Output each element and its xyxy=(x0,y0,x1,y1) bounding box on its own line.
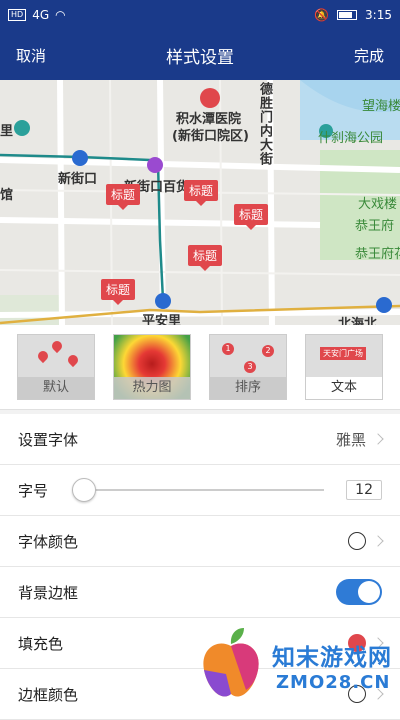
map-label-daxilou: 大戏楼 xyxy=(358,197,398,212)
map-label-xinjiekou: 新街口 xyxy=(58,172,98,187)
chevron-right-icon xyxy=(372,535,384,547)
style-option-label: 文本 xyxy=(306,377,382,399)
border-row: 背景边框 xyxy=(0,567,400,618)
map-label-gongwangfu: 恭王府 xyxy=(355,219,395,234)
font-size-value[interactable]: 12 xyxy=(346,480,382,500)
rank-badge: 2 xyxy=(262,345,274,357)
watermark: 知末游戏网 ZMO28.CN xyxy=(196,624,396,711)
map-label-li: 里 xyxy=(0,124,14,139)
map-view[interactable]: 积水潭医院 (新街口院区) 新街口 新街口百货 平安里 北海北 德胜门内大街 什… xyxy=(0,80,400,325)
border-toggle[interactable] xyxy=(336,579,382,605)
map-label-shichahai: 什刹海公园 xyxy=(318,131,384,146)
font-value: 雅黑 xyxy=(335,430,366,449)
map-marker[interactable]: 标题 xyxy=(184,180,219,206)
style-option-label: 默认 xyxy=(18,377,94,399)
status-bar: HD 4G ◠ 🔕 3:15 xyxy=(0,0,400,30)
map-label-hospital-sub: (新街口院区) xyxy=(172,129,249,144)
map-label-beihai: 北海北 xyxy=(338,317,378,325)
style-option-text[interactable]: 天安门广场 文本 xyxy=(305,334,383,400)
clock: 3:15 xyxy=(365,8,392,22)
map-marker[interactable]: 标题 xyxy=(234,204,269,230)
font-color-swatch[interactable] xyxy=(348,532,366,550)
style-selector: 默认 热力图 1 2 3 排序 天安门广场 文本 xyxy=(0,325,400,410)
font-label: 设置字体 xyxy=(18,430,79,449)
font-size-label: 字号 xyxy=(18,481,49,500)
map-marker[interactable]: 标题 xyxy=(106,184,141,210)
wifi-icon: ◠ xyxy=(55,8,66,22)
watermark-url: ZMO28.CN xyxy=(276,672,391,693)
fill-color-label: 填充色 xyxy=(18,634,64,653)
style-option-label: 排序 xyxy=(210,377,286,399)
battery-icon xyxy=(337,10,358,20)
font-color-row[interactable]: 字体颜色 xyxy=(0,516,400,567)
style-option-heatmap[interactable]: 热力图 xyxy=(113,334,191,400)
page-title: 样式设置 xyxy=(166,47,234,68)
rank-badge: 1 xyxy=(222,343,234,355)
watermark-name: 知末游戏网 xyxy=(272,645,392,671)
font-row[interactable]: 设置字体 雅黑 xyxy=(0,414,400,465)
chevron-right-icon xyxy=(372,433,384,445)
done-button[interactable]: 完成 xyxy=(354,45,384,66)
slider-knob[interactable] xyxy=(72,478,97,502)
map-label-pinganli: 平安里 xyxy=(142,314,182,325)
style-option-label: 热力图 xyxy=(114,377,190,399)
cancel-button[interactable]: 取消 xyxy=(16,45,46,66)
font-size-row: 字号 12 xyxy=(0,465,400,516)
map-label-wanghai: 望海楼 xyxy=(362,99,400,114)
text-sample: 天安门广场 xyxy=(320,347,366,360)
hd-badge: HD xyxy=(8,9,27,21)
map-marker[interactable]: 标题 xyxy=(101,279,136,305)
pin-icon xyxy=(35,348,51,364)
map-label-guan: 馆 xyxy=(0,188,14,203)
slider-track xyxy=(72,489,325,491)
pin-icon xyxy=(65,352,81,368)
map-marker[interactable]: 标题 xyxy=(188,245,223,271)
navbar: 取消 样式设置 完成 xyxy=(0,30,400,80)
font-color-label: 字体颜色 xyxy=(18,532,79,551)
style-option-default[interactable]: 默认 xyxy=(17,334,95,400)
style-option-ranking[interactable]: 1 2 3 排序 xyxy=(209,334,287,400)
border-label: 背景边框 xyxy=(18,583,79,602)
rank-badge: 3 xyxy=(244,361,256,373)
map-label-deshengmen: 德胜门内大街 xyxy=(257,82,272,166)
pin-icon xyxy=(49,338,65,354)
apple-logo-icon xyxy=(203,628,259,697)
font-size-slider[interactable] xyxy=(72,477,338,503)
map-label-gongwangfu-garden: 恭王府花 xyxy=(355,247,400,262)
signal-icon: 4G xyxy=(32,8,50,22)
border-color-label: 边框颜色 xyxy=(18,685,79,704)
mute-icon: 🔕 xyxy=(314,8,330,22)
